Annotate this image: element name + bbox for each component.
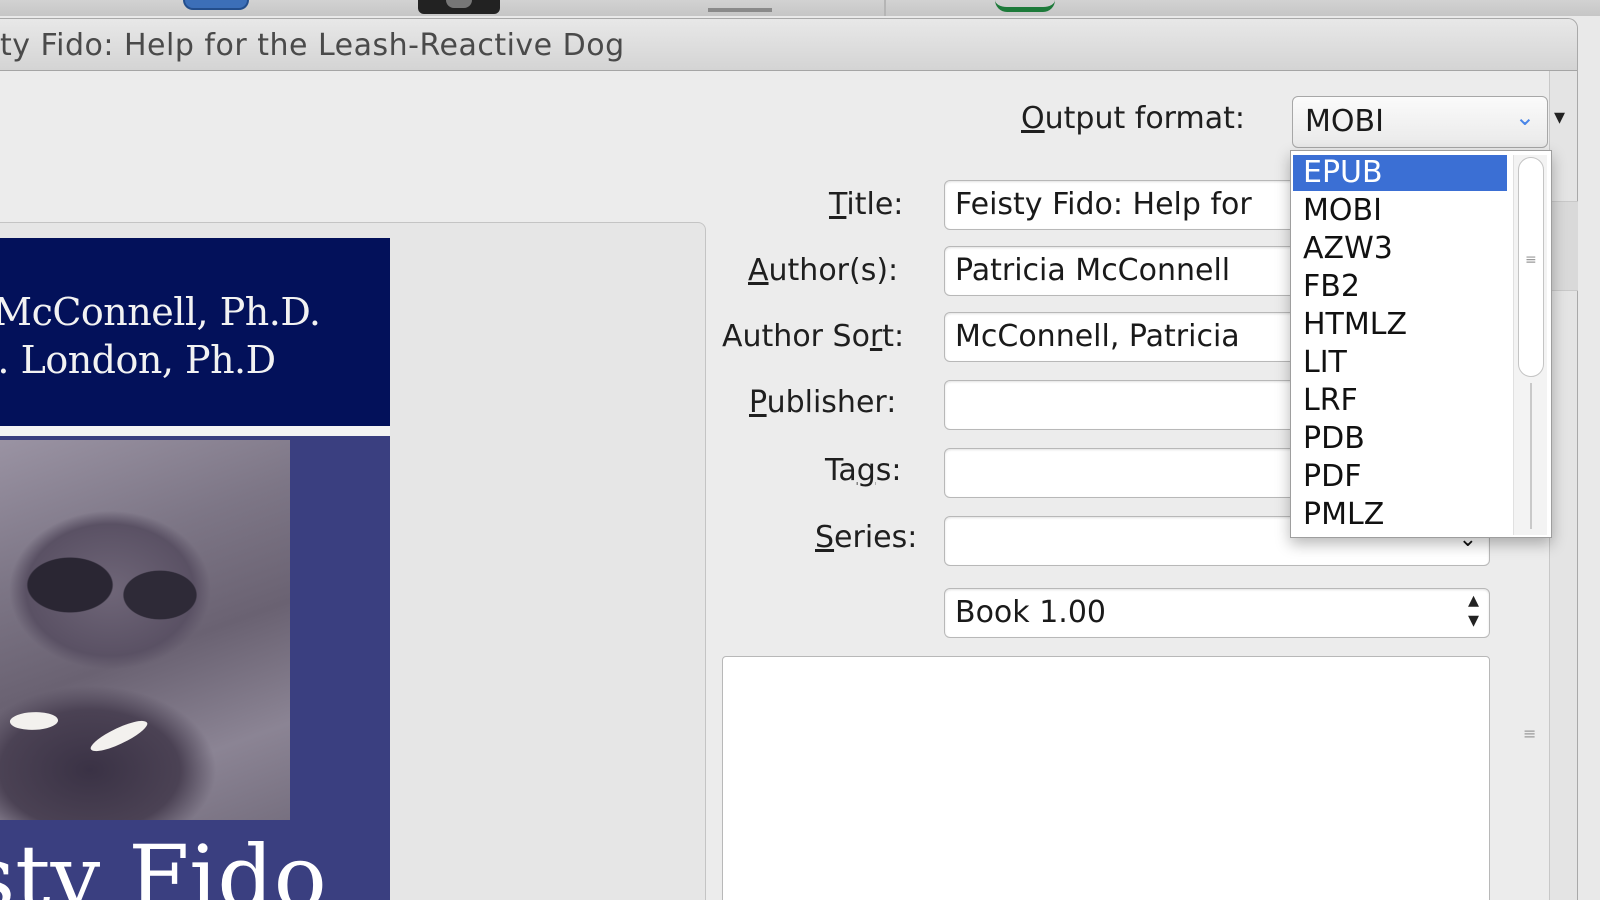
- save-to-disk-icon[interactable]: [995, 0, 1055, 12]
- cover-author-line-1: . McConnell, Ph.D.: [0, 290, 321, 334]
- splitter-grip-icon[interactable]: ≡: [1523, 724, 1536, 743]
- dropdown-scrollbar[interactable]: ≡: [1513, 155, 1547, 535]
- cover-author-line-2: B. London, Ph.D: [0, 338, 276, 382]
- tags-mnemonic: g: [856, 453, 876, 488]
- series-label-text: eries:: [834, 520, 918, 555]
- author-sort-label-text: t:: [882, 319, 905, 354]
- chevron-down-icon[interactable]: ▾: [1554, 105, 1565, 130]
- format-option-mobi[interactable]: MOBI: [1293, 193, 1507, 229]
- format-option-azw3[interactable]: AZW3: [1293, 231, 1507, 267]
- publisher-mnemonic: P: [749, 385, 767, 420]
- toolbar: [0, 0, 1600, 16]
- tags-label-pre: Ta: [825, 453, 857, 488]
- format-option-epub[interactable]: EPUB: [1293, 155, 1507, 191]
- cover-title: sty Fido: [0, 826, 327, 900]
- tags-label-text: s:: [875, 453, 902, 488]
- title-mnemonic: T: [829, 187, 847, 222]
- grip-icon: ≡: [1525, 252, 1537, 268]
- title-label: Title:: [829, 187, 903, 222]
- right-panel-edge: ▾: [1549, 71, 1578, 900]
- cover-photo-detail: [87, 714, 151, 758]
- authors-label: Author(s):: [748, 253, 898, 288]
- series-label: Series:: [815, 520, 917, 555]
- author-sort-label: Author Sort:: [722, 319, 904, 354]
- cover-dog-photo: [0, 440, 290, 820]
- stepper-arrows-icon[interactable]: ▴ ▾: [1468, 590, 1479, 632]
- authors-label-text: uthor(s):: [768, 253, 899, 288]
- toolbar-separator: [884, 0, 886, 16]
- window-title: ty Fido: Help for the Leash-Reactive Dog: [0, 28, 625, 63]
- output-format-label-text: utput format:: [1044, 101, 1245, 136]
- cover-divider: [0, 426, 390, 436]
- series-mnemonic: S: [815, 520, 835, 555]
- title-value: Feisty Fido: Help for: [955, 187, 1252, 222]
- cover-photo-detail: [9, 709, 59, 733]
- dropdown-scroll-track: [1530, 383, 1532, 529]
- author-sort-mnemonic: r: [869, 319, 883, 354]
- publisher-label: Publisher:: [749, 385, 896, 420]
- chevron-down-icon: ⌄: [1514, 103, 1535, 131]
- output-format-value: MOBI: [1305, 104, 1384, 139]
- author-sort-label-pre: Author So: [722, 319, 870, 354]
- format-option-pdf[interactable]: PDF: [1293, 459, 1507, 495]
- output-format-mnemonic: O: [1021, 101, 1045, 136]
- output-format-select[interactable]: MOBI ⌄: [1292, 96, 1548, 148]
- right-panel-band: [1550, 201, 1578, 291]
- authors-mnemonic: A: [748, 253, 769, 288]
- format-option-htmlz[interactable]: HTMLZ: [1293, 307, 1507, 343]
- format-option-fb2[interactable]: FB2: [1293, 269, 1507, 305]
- authors-value: Patricia McConnell: [955, 253, 1231, 288]
- series-index-value: Book 1.00: [955, 595, 1106, 630]
- format-option-pmlz[interactable]: PMLZ: [1293, 497, 1507, 533]
- view-book-icon[interactable]: [418, 0, 500, 14]
- book-cover-image: . McConnell, Ph.D. B. London, Ph.D sty F…: [0, 238, 390, 900]
- cover-author-band: . McConnell, Ph.D. B. London, Ph.D: [0, 238, 390, 426]
- series-index-spinbox[interactable]: Book 1.00 ▴ ▾: [944, 588, 1490, 638]
- title-label-text: itle:: [846, 187, 904, 222]
- comments-editor[interactable]: [722, 656, 1490, 900]
- output-format-dropdown-list: EPUB MOBI AZW3 FB2 HTMLZ LIT LRF PDB PDF…: [1290, 150, 1552, 538]
- format-option-lrf[interactable]: LRF: [1293, 383, 1507, 419]
- window-titlebar[interactable]: ty Fido: Help for the Leash-Reactive Dog: [0, 19, 1577, 71]
- tags-label: Tags:: [825, 453, 902, 488]
- send-to-device-icon[interactable]: [708, 0, 772, 12]
- format-option-lit[interactable]: LIT: [1293, 345, 1507, 381]
- publisher-label-text: ublisher:: [766, 385, 897, 420]
- author-sort-value: McConnell, Patricia: [955, 319, 1240, 354]
- get-books-icon[interactable]: [183, 0, 249, 10]
- dropdown-scroll-thumb[interactable]: ≡: [1518, 157, 1544, 377]
- output-format-label: Output format:: [1021, 101, 1245, 136]
- format-option-pdb[interactable]: PDB: [1293, 421, 1507, 457]
